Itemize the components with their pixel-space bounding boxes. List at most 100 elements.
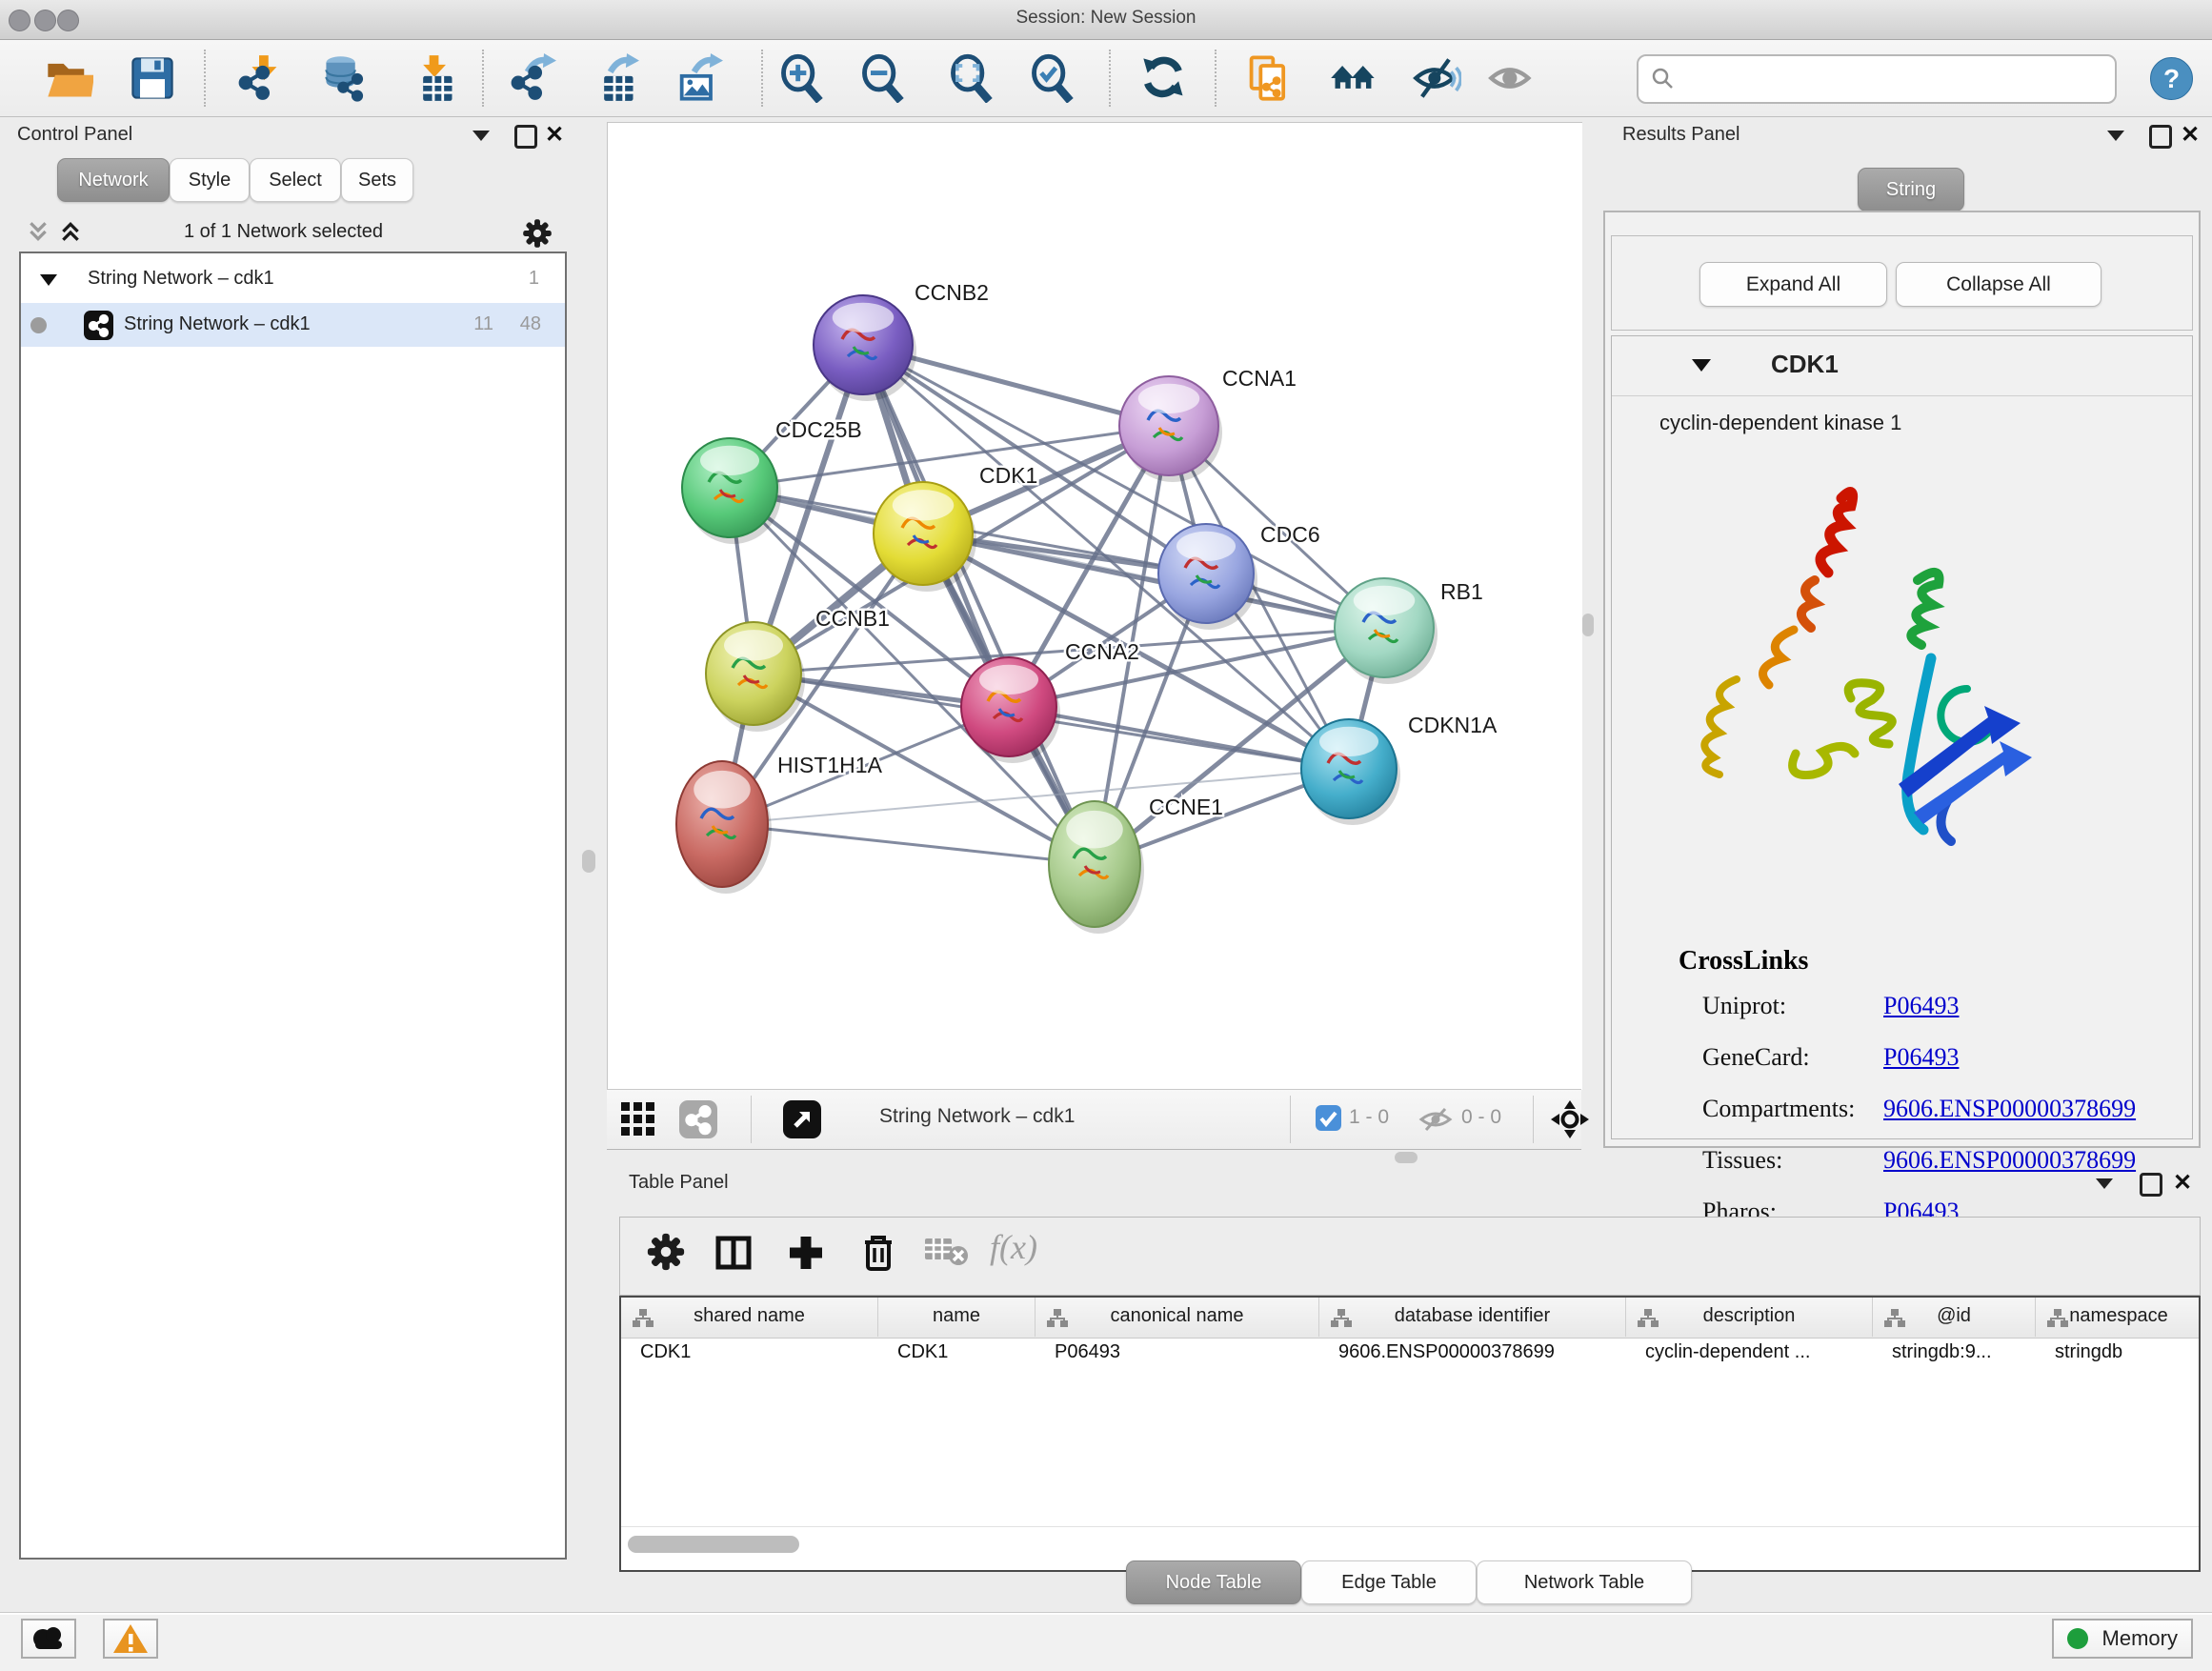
network-list-toolbar: 1 of 1 Network selected — [19, 211, 567, 252]
results-tab-string[interactable]: String — [1858, 168, 1964, 211]
memory-button[interactable]: Memory — [2052, 1619, 2193, 1659]
export-table-icon[interactable] — [590, 53, 639, 103]
hide-selected-icon[interactable] — [1412, 53, 1461, 103]
cell-@id[interactable]: stringdb:9... — [1892, 1341, 2032, 1376]
table-panel-undock-icon[interactable] — [2140, 1173, 2162, 1197]
tab-network-table[interactable]: Network Table — [1477, 1560, 1692, 1604]
collapse-all-button[interactable]: Collapse All — [1896, 262, 2101, 307]
tab-network[interactable]: Network — [57, 158, 170, 202]
control-panel-close-icon[interactable]: ✕ — [545, 126, 564, 145]
node-CDC6[interactable]: CDC6 — [1158, 522, 1320, 630]
card-expander-icon[interactable] — [1692, 359, 1711, 372]
export-image-icon[interactable] — [674, 53, 723, 103]
open-session-icon[interactable] — [44, 53, 93, 103]
memory-status-icon — [2067, 1628, 2088, 1649]
cell-description[interactable]: cyclin-dependent ... — [1645, 1341, 1869, 1376]
cell-canonical-name[interactable]: P06493 — [1055, 1341, 1316, 1376]
column-header-namespace[interactable]: namespace — [2036, 1298, 2201, 1337]
cloud-button[interactable] — [21, 1619, 76, 1659]
tab-select[interactable]: Select — [250, 158, 341, 202]
column-header-@id[interactable]: @id — [1873, 1298, 2036, 1337]
bottom-splitter-handle[interactable] — [1395, 1152, 1418, 1163]
save-session-icon[interactable] — [128, 53, 177, 103]
crosslink-link[interactable]: 9606.ENSP00000378699 — [1883, 1146, 2136, 1175]
import-table-icon[interactable] — [409, 53, 458, 103]
help-button[interactable]: ? — [2150, 57, 2193, 100]
string-style-icon[interactable] — [679, 1100, 717, 1138]
zoom-out-icon[interactable] — [858, 53, 908, 103]
left-splitter-handle[interactable] — [582, 850, 595, 873]
edge-HIST1H1A-CCNE1[interactable] — [722, 824, 1095, 864]
node-CCNB2[interactable]: CCNB2 — [814, 280, 989, 401]
zoom-fit-icon[interactable] — [947, 53, 996, 103]
warnings-button[interactable] — [103, 1619, 158, 1659]
crosslinks-title: CrossLinks — [1679, 946, 1808, 976]
import-network-file-icon[interactable] — [234, 53, 284, 103]
tab-style[interactable]: Style — [170, 158, 250, 202]
results-panel-close-icon[interactable]: ✕ — [2181, 126, 2200, 145]
edge-CDK1-RB1[interactable] — [923, 534, 1384, 628]
table-gear-icon[interactable] — [645, 1231, 687, 1278]
results-panel-undock-icon[interactable] — [2149, 125, 2172, 149]
hidden-eye-icon[interactable] — [1418, 1107, 1453, 1137]
cell-database-identifier[interactable]: 9606.ENSP00000378699 — [1338, 1341, 1622, 1376]
node-CCNE1[interactable]: CCNE1 — [1049, 795, 1223, 934]
table-scrollbar[interactable] — [628, 1536, 799, 1553]
copy-network-icon[interactable] — [1244, 53, 1294, 103]
column-header-shared-name[interactable]: shared name — [621, 1298, 878, 1337]
zoom-selected-icon[interactable] — [1028, 53, 1077, 103]
refresh-icon[interactable] — [1139, 53, 1189, 103]
crosslink-link[interactable]: 9606.ENSP00000378699 — [1883, 1095, 2136, 1123]
crosslink-link[interactable]: P06493 — [1883, 1043, 1959, 1072]
control-panel-undock-icon[interactable] — [514, 125, 537, 149]
collapse-all-icon[interactable] — [27, 221, 50, 242]
results-panel-float-icon[interactable] — [2107, 131, 2124, 141]
node-HIST1H1A[interactable]: HIST1H1A — [676, 753, 883, 894]
toolbar-separator — [1109, 50, 1111, 107]
network-canvas[interactable]: CCNB2CCNA1CDC25BCDK1CDC6RB1CCNB1CCNA2CDK… — [607, 122, 1582, 1090]
selected-checkbox-icon[interactable] — [1316, 1105, 1341, 1136]
column-header-description[interactable]: description — [1626, 1298, 1873, 1337]
table-panel-close-icon[interactable]: ✕ — [2173, 1174, 2192, 1193]
expand-all-icon[interactable] — [59, 221, 82, 242]
crosslink-label: GeneCard: — [1702, 1043, 1810, 1071]
export-network-icon[interactable] — [507, 53, 556, 103]
add-column-icon[interactable] — [784, 1231, 828, 1279]
expand-all-button[interactable]: Expand All — [1699, 262, 1887, 307]
table-panel-float-icon[interactable] — [2096, 1178, 2113, 1189]
column-header-canonical-name[interactable]: canonical name — [1036, 1298, 1319, 1337]
delete-column-icon[interactable] — [856, 1231, 900, 1279]
show-columns-icon[interactable] — [712, 1231, 755, 1279]
tab-edge-table[interactable]: Edge Table — [1301, 1560, 1477, 1604]
node-RB1[interactable]: RB1 — [1335, 578, 1483, 684]
home-icon[interactable] — [1329, 53, 1378, 103]
network-options-gear-icon[interactable] — [521, 217, 553, 254]
network-node-count: 11 — [473, 313, 493, 335]
crosslink-link[interactable]: P06493 — [1883, 992, 1959, 1020]
cell-namespace[interactable]: stringdb — [2055, 1341, 2199, 1376]
node-CDK1[interactable]: CDK1 — [874, 463, 1037, 592]
control-panel-float-icon[interactable] — [473, 131, 490, 141]
birdseye-view-icon[interactable] — [1550, 1099, 1590, 1144]
column-header-database-identifier[interactable]: database identifier — [1319, 1298, 1626, 1337]
node-CCNA1[interactable]: CCNA1 — [1119, 366, 1297, 482]
tree-expander-icon[interactable] — [40, 274, 57, 286]
import-network-database-icon[interactable] — [321, 53, 371, 103]
node-CDKN1A[interactable]: CDKN1A — [1301, 713, 1498, 825]
tab-sets[interactable]: Sets — [341, 158, 413, 202]
cell-shared-name[interactable]: CDK1 — [640, 1341, 875, 1376]
network-row-selected[interactable]: String Network – cdk1 11 48 — [21, 303, 565, 347]
node-table[interactable]: shared namenamecanonical namedatabase id… — [619, 1296, 2201, 1572]
cell-name[interactable]: CDK1 — [897, 1341, 1032, 1376]
tab-node-table[interactable]: Node Table — [1126, 1560, 1301, 1604]
column-header-name[interactable]: name — [878, 1298, 1036, 1337]
zoom-in-icon[interactable] — [777, 53, 827, 103]
node-CDC25B[interactable]: CDC25B — [682, 417, 862, 544]
right-splitter-handle[interactable] — [1582, 614, 1594, 636]
network-collection-row[interactable]: String Network – cdk1 1 — [21, 257, 565, 301]
grid-view-icon[interactable] — [621, 1102, 655, 1137]
open-in-window-icon[interactable] — [783, 1100, 821, 1138]
search-input[interactable] — [1684, 60, 2107, 96]
search-box[interactable] — [1637, 54, 2117, 104]
protein-card-header[interactable]: CDK1 — [1612, 336, 2192, 396]
